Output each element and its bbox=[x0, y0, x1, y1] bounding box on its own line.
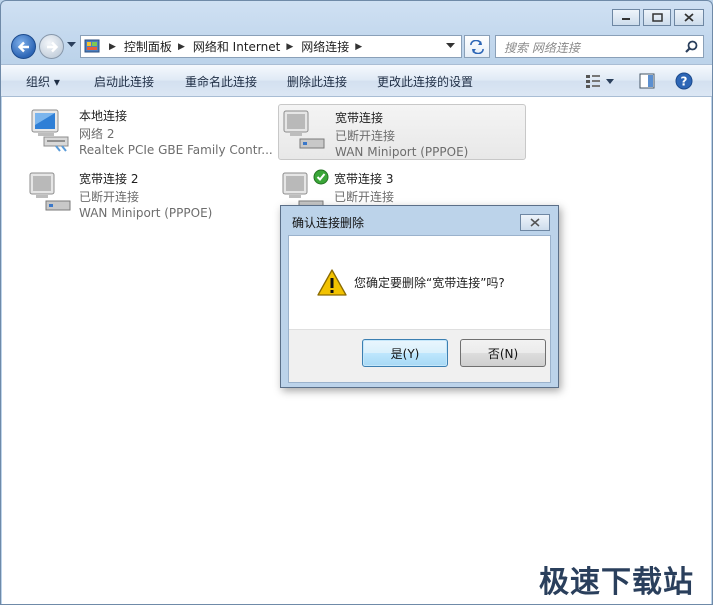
warning-icon bbox=[317, 269, 347, 296]
rename-connection-button[interactable]: 重命名此连接 bbox=[185, 73, 257, 90]
breadcrumb-separator-icon: ▶ bbox=[177, 41, 185, 52]
organize-menu[interactable]: 组织 ▾ bbox=[26, 73, 60, 90]
minimize-button[interactable] bbox=[612, 9, 640, 26]
delete-connection-button[interactable]: 删除此连接 bbox=[287, 73, 347, 90]
arrow-right-icon bbox=[47, 41, 59, 53]
refresh-icon bbox=[470, 39, 484, 54]
caption-buttons bbox=[612, 9, 704, 26]
breadcrumb-separator-icon: ▶ bbox=[109, 41, 116, 52]
connection-device: WAN Miniport (PPPOE) bbox=[79, 206, 213, 220]
breadcrumb-separator-icon: ▶ bbox=[286, 41, 294, 52]
connection-item-broadband-2[interactable]: 宽带连接 2 已断开连接 WAN Miniport (PPPOE) bbox=[24, 166, 272, 222]
command-bar: 组织 ▾ 启动此连接 重命名此连接 删除此连接 更改此连接的设置 ? bbox=[1, 64, 712, 97]
minimize-icon bbox=[622, 17, 630, 20]
close-icon bbox=[684, 13, 694, 22]
address-bar[interactable]: ▶ 控制面板 ▶ 网络和 Internet ▶ 网络连接 ▶ bbox=[80, 35, 462, 58]
title-bar bbox=[1, 1, 712, 31]
search-input[interactable] bbox=[502, 37, 686, 58]
broadband-computer-icon bbox=[283, 110, 325, 149]
connection-item-local[interactable]: 本地连接 网络 2 Realtek PCIe GBE Family Contr.… bbox=[24, 103, 273, 159]
connection-name: 宽带连接 bbox=[335, 111, 384, 125]
dialog-message: 您确定要删除“宽带连接”吗? bbox=[354, 276, 505, 290]
yes-button[interactable]: 是(Y) bbox=[362, 339, 448, 367]
confirm-delete-dialog: 确认连接删除 您确定要删除“宽带连接”吗? 是(Y) 否(N) bbox=[280, 205, 559, 388]
search-box bbox=[495, 35, 704, 58]
connection-status: 网络 2 bbox=[79, 127, 115, 141]
connection-item-broadband[interactable]: 宽带连接 已断开连接 WAN Miniport (PPPOE) bbox=[278, 104, 526, 160]
dialog-button-area: 是(Y) 否(N) bbox=[289, 329, 550, 382]
connection-name: 本地连接 bbox=[79, 109, 128, 123]
address-dropdown-icon[interactable] bbox=[446, 43, 455, 49]
connection-name: 宽带连接 3 bbox=[334, 172, 394, 186]
close-icon bbox=[530, 218, 540, 227]
no-button[interactable]: 否(N) bbox=[460, 339, 546, 367]
maximize-button[interactable] bbox=[643, 9, 671, 26]
lan-computer-icon bbox=[31, 109, 69, 152]
enable-connection-button[interactable]: 启动此连接 bbox=[94, 73, 154, 90]
change-settings-button[interactable]: 更改此连接的设置 bbox=[377, 73, 473, 90]
breadcrumb-separator-icon: ▶ bbox=[355, 41, 363, 52]
arrow-left-icon bbox=[17, 41, 29, 53]
refresh-button[interactable] bbox=[464, 35, 490, 58]
breadcrumb-network-internet[interactable]: 网络和 Internet bbox=[193, 38, 280, 55]
svg-text:?: ? bbox=[681, 75, 688, 89]
control-panel-icon bbox=[84, 39, 100, 52]
navigation-bar: ▶ 控制面板 ▶ 网络和 Internet ▶ 网络连接 ▶ bbox=[1, 31, 712, 63]
connection-status: 已断开连接 bbox=[334, 190, 395, 204]
recent-pages-dropdown-icon[interactable] bbox=[67, 42, 76, 48]
help-icon[interactable]: ? bbox=[675, 72, 693, 90]
watermark-text: 极速下载站 bbox=[539, 565, 694, 600]
broadband-computer-icon bbox=[29, 172, 71, 211]
connection-device: WAN Miniport (PPPOE) bbox=[335, 145, 469, 159]
breadcrumb-network-connections[interactable]: 网络连接 bbox=[301, 38, 349, 55]
close-button[interactable] bbox=[674, 9, 704, 26]
breadcrumb-control-panel[interactable]: 控制面板 bbox=[124, 38, 172, 55]
back-button[interactable] bbox=[11, 34, 36, 59]
search-icon[interactable] bbox=[685, 40, 698, 53]
maximize-icon bbox=[651, 13, 663, 22]
default-connection-check-icon bbox=[313, 169, 329, 185]
network-connections-window: ▶ 控制面板 ▶ 网络和 Internet ▶ 网络连接 ▶ 组织 ▾ 启动此连… bbox=[0, 0, 713, 605]
connection-status: 已断开连接 bbox=[79, 190, 140, 204]
dialog-close-button[interactable] bbox=[520, 214, 550, 231]
dialog-body: 您确定要删除“宽带连接”吗? 是(Y) 否(N) bbox=[288, 235, 551, 383]
preview-pane-icon[interactable] bbox=[639, 73, 655, 89]
dialog-title: 确认连接删除 bbox=[292, 216, 365, 230]
forward-button[interactable] bbox=[39, 34, 64, 59]
connection-name: 宽带连接 2 bbox=[79, 172, 139, 186]
connection-status: 已断开连接 bbox=[335, 129, 396, 143]
connection-device: Realtek PCIe GBE Family Contr... bbox=[79, 143, 273, 157]
view-options-icon[interactable] bbox=[585, 74, 615, 88]
